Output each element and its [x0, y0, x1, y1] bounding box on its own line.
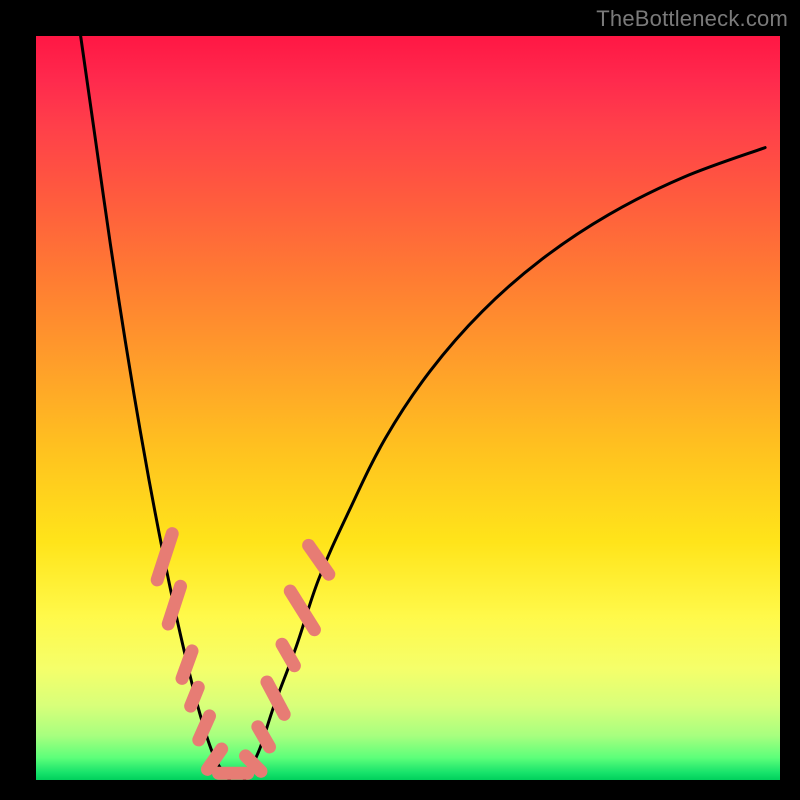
marker-0	[149, 526, 180, 589]
marker-9	[258, 673, 293, 723]
curve-right-branch	[244, 148, 765, 780]
marker-2	[174, 643, 201, 687]
watermark-text: TheBottleneck.com	[596, 6, 788, 32]
marker-3	[182, 679, 207, 715]
plot-area	[36, 36, 780, 780]
curve-left-branch	[81, 36, 230, 780]
marker-1	[160, 578, 189, 632]
chart-frame: TheBottleneck.com	[0, 0, 800, 800]
marker-8	[249, 718, 278, 756]
data-markers	[149, 526, 338, 781]
marker-4	[190, 707, 218, 748]
curve-layer	[36, 36, 780, 780]
marker-6	[212, 767, 254, 780]
